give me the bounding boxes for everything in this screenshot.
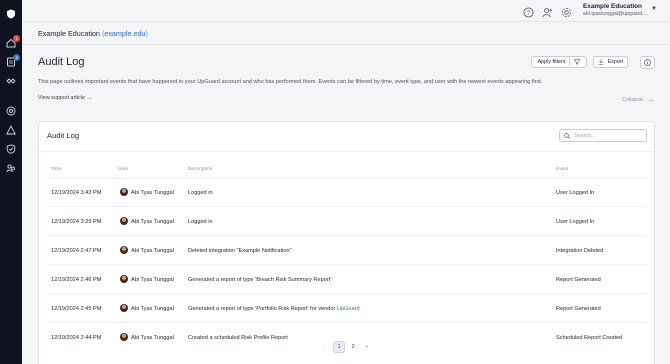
row-event: User Logged In — [556, 219, 595, 225]
radar-icon[interactable] — [5, 105, 17, 117]
page-description: This page outlines important events that… — [38, 79, 543, 85]
support-article-link[interactable]: View support article → — [38, 95, 92, 101]
column-header-description[interactable]: Description — [188, 167, 212, 172]
row-event: Report Generated — [556, 306, 601, 312]
org-header: Example Education (example.edu) — [38, 29, 148, 38]
row-description: Generated a report of type 'Portfolio Ri… — [188, 306, 360, 312]
avatar — [120, 188, 128, 196]
export-label: Export — [607, 59, 624, 65]
top-bar — [22, 0, 670, 22]
row-description: Deleted integration "Example Notificatio… — [188, 248, 292, 254]
add-user-icon[interactable] — [542, 5, 553, 18]
chevron-up-icon: ︿ — [648, 97, 654, 103]
org-name: Example Education — [38, 29, 100, 38]
avatar — [120, 333, 128, 341]
svg-text:?: ? — [527, 10, 531, 17]
header-divider — [22, 44, 670, 45]
vendor-link[interactable]: UpGuard — [337, 306, 360, 312]
page-title: Audit Log — [38, 56, 85, 68]
notification-badge: 7 — [13, 35, 20, 42]
handshake-icon[interactable] — [5, 75, 17, 87]
search-box[interactable] — [559, 129, 647, 142]
avatar — [120, 246, 128, 254]
apply-filters-button[interactable]: Apply filters — [531, 56, 587, 68]
apply-filters-label: Apply filters — [537, 59, 566, 65]
row-time: 12/19/2024 2:45 PM — [51, 306, 102, 312]
column-header-time[interactable]: Time — [51, 167, 62, 172]
column-header-event[interactable]: Event — [556, 167, 569, 172]
table-row[interactable]: 12/19/2024 2:45 PM Abi Tyas Tunggal Gene… — [39, 294, 654, 323]
page-1-button[interactable]: 1 — [333, 341, 345, 353]
avatar — [120, 217, 128, 225]
row-description: Logged in — [188, 190, 213, 196]
row-user: Abi Tyas Tunggal — [131, 306, 174, 312]
task-badge: 3 — [13, 54, 20, 61]
account-email[interactable]: abi.tyastunggal@upguard.... — [583, 11, 648, 17]
users-icon[interactable] — [5, 162, 17, 174]
row-description-text: Generated a report of type 'Portfolio Ri… — [188, 306, 337, 312]
account-menu-caret-icon[interactable]: ▼ — [651, 6, 657, 12]
row-time: 12/19/2024 2:47 PM — [51, 248, 102, 254]
table-row[interactable]: 12/19/2024 3:43 PM Abi Tyas Tunggal Logg… — [39, 178, 654, 207]
shield-check-icon[interactable] — [5, 143, 17, 155]
row-event: Report Generated — [556, 277, 601, 283]
table-row[interactable]: 12/19/2024 3:29 PM Abi Tyas Tunggal Logg… — [39, 207, 654, 236]
info-button[interactable] — [640, 56, 655, 69]
upguard-logo-icon[interactable] — [5, 8, 17, 20]
page-2-button[interactable]: 2 — [347, 341, 359, 353]
row-time: 12/19/2024 3:43 PM — [51, 190, 102, 196]
row-event: User Logged In — [556, 190, 595, 196]
avatar — [120, 275, 128, 283]
filter-icon — [574, 59, 581, 65]
info-icon — [644, 59, 651, 66]
row-user: Abi Tyas Tunggal — [131, 277, 174, 283]
settings-gear-icon[interactable] — [561, 5, 572, 18]
audit-log-card: Audit Log Time User Description Event 12… — [38, 121, 655, 364]
row-time: 12/19/2024 3:29 PM — [51, 219, 102, 225]
row-description: Logged in — [188, 219, 213, 225]
row-user: Abi Tyas Tunggal — [131, 248, 174, 254]
download-icon — [598, 59, 603, 65]
account-name[interactable]: Example Education — [583, 3, 642, 10]
prev-page-chevron-icon[interactable]: ‹ — [319, 341, 331, 353]
avatar — [120, 304, 128, 312]
search-icon — [564, 132, 570, 139]
row-event: Integration Deleted — [556, 248, 604, 254]
pagination: ‹ 1 2 › — [0, 341, 670, 355]
row-time: 12/19/2024 2:46 PM — [51, 277, 102, 283]
row-description: Generated a report of type 'Breach Risk … — [188, 277, 332, 283]
column-header-user[interactable]: User — [118, 167, 128, 172]
search-input[interactable] — [574, 132, 644, 139]
button-separator — [569, 58, 571, 66]
card-title: Audit Log — [47, 131, 80, 140]
help-icon[interactable]: ? — [523, 5, 534, 18]
card-separator — [39, 151, 654, 152]
table-row[interactable]: 12/19/2024 2:46 PM Abi Tyas Tunggal Gene… — [39, 265, 654, 294]
collapse-label: Collapse — [622, 97, 643, 103]
collapse-toggle[interactable]: Collapse ︿ — [622, 95, 654, 103]
next-page-chevron-icon[interactable]: › — [361, 341, 373, 353]
left-rail: 7 3 — [0, 0, 22, 364]
org-domain-link[interactable]: example.edu — [104, 29, 145, 38]
export-button[interactable]: Export — [593, 56, 628, 68]
warning-icon[interactable] — [5, 124, 17, 136]
row-user: Abi Tyas Tunggal — [131, 190, 174, 196]
row-user: Abi Tyas Tunggal — [131, 219, 174, 225]
table-row[interactable]: 12/19/2024 2:47 PM Abi Tyas Tunggal Dele… — [39, 236, 654, 265]
